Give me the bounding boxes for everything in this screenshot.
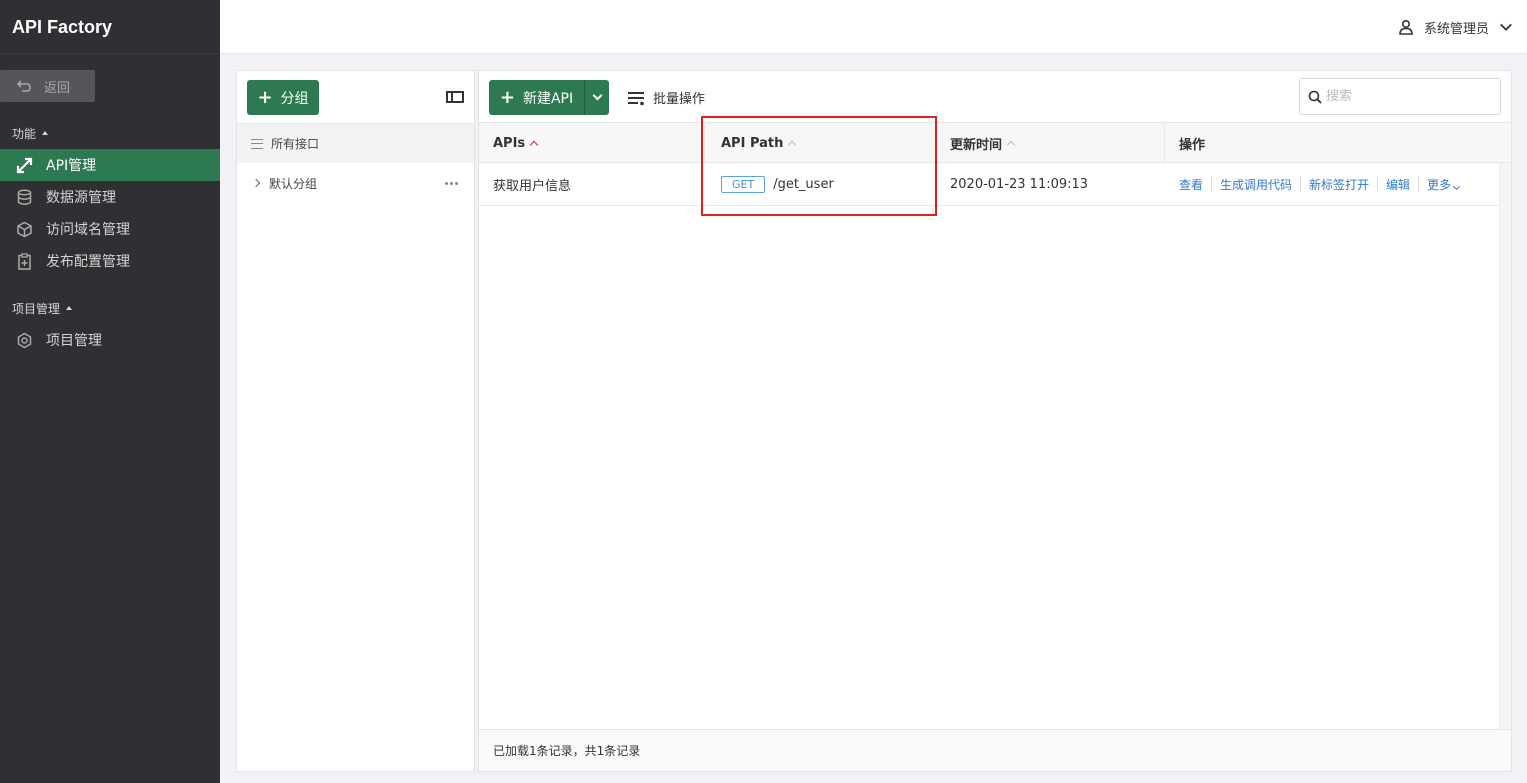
search-input[interactable] (1326, 89, 1496, 104)
api-path-cell: GET /get_user (707, 163, 936, 205)
divider (1300, 177, 1302, 191)
user-menu[interactable]: 系统管理员 (1398, 0, 1513, 54)
sidebar-item-label: 项目管理 (46, 333, 102, 349)
chevron-down-icon (592, 90, 602, 101)
view-link[interactable]: 查看 (1179, 176, 1203, 193)
user-name: 系统管理员 (1423, 21, 1489, 37)
updated-time-cell: 2020-01-23 11:09:13 (950, 176, 1089, 192)
top-header: 系统管理员 (220, 0, 1527, 54)
sort-asc-icon[interactable] (529, 140, 539, 150)
all-apis-label: 所有接口 (271, 137, 320, 151)
sidebar-item-datasource[interactable]: 数据源管理 (0, 181, 220, 213)
clipboard-icon (18, 252, 31, 270)
undo-icon (16, 80, 31, 92)
chevron-down-icon (1453, 182, 1461, 190)
column-label: API Path (721, 135, 784, 151)
method-badge: GET (721, 175, 766, 193)
app-title: API Factory (0, 0, 220, 54)
api-list-panel: + 新建API 批量操作 APIs API Path (478, 70, 1512, 772)
sidebar-item-label: 发布配置管理 (46, 254, 130, 270)
new-api-split-button: + 新建API (489, 80, 609, 115)
add-group-button[interactable]: + 分组 (247, 80, 319, 115)
caret-up-icon (66, 305, 73, 310)
user-icon (1399, 19, 1413, 35)
panel-toggle-icon[interactable] (446, 91, 464, 103)
vertical-scrollbar[interactable] (1499, 163, 1511, 729)
group-item-default[interactable]: 默认分组 (237, 171, 474, 195)
open-new-tab-link[interactable]: 新标签打开 (1309, 176, 1369, 193)
table-header: APIs API Path 更新时间 操作 (479, 122, 1511, 163)
section-title-features[interactable]: 功能 (12, 125, 49, 142)
more-link[interactable]: 更多 (1427, 176, 1461, 193)
row-actions: 查看 生成调用代码 新标签打开 编辑 更多 (1179, 176, 1461, 193)
sort-icon[interactable] (1006, 140, 1016, 150)
table-row[interactable]: 获取用户信息 GET /get_user 2020-01-23 11:09:13… (479, 163, 1499, 206)
back-label: 返回 (44, 80, 71, 96)
chevron-down-icon (1500, 23, 1512, 31)
divider (1211, 177, 1213, 191)
api-path: /get_user (773, 176, 834, 192)
edit-link[interactable]: 编辑 (1386, 176, 1410, 193)
list-icon (251, 138, 263, 149)
add-group-label: 分组 (280, 90, 309, 107)
column-label: APIs (493, 135, 526, 151)
sidebar-item-label: 访问域名管理 (46, 222, 130, 238)
column-header-api-path[interactable]: API Path (707, 123, 936, 163)
search-icon (1308, 90, 1322, 104)
back-button[interactable]: 返回 (0, 70, 95, 102)
sidebar-item-label: 数据源管理 (46, 190, 116, 206)
api-name-cell: 获取用户信息 (493, 178, 572, 194)
cube-icon (17, 221, 32, 237)
batch-operation-button[interactable]: 批量操作 (627, 80, 705, 115)
sidebar-item-api-management[interactable]: API管理 (0, 149, 220, 181)
sidebar-item-domain[interactable]: 访问域名管理 (0, 213, 220, 245)
column-label: 操作 (1179, 137, 1206, 153)
section-label: 功能 (12, 127, 37, 141)
sidebar: API Factory 返回 功能 API管理 数据源管理 访问域名管理 发布配… (0, 0, 220, 783)
plus-icon: + (257, 86, 273, 108)
search-box (1299, 78, 1501, 115)
more-dots-icon[interactable] (445, 171, 458, 195)
share-arrow-icon (16, 157, 33, 173)
column-label: 更新时间 (950, 137, 1003, 153)
chevron-right-icon[interactable] (251, 178, 261, 188)
generate-code-link[interactable]: 生成调用代码 (1220, 176, 1292, 193)
column-header-actions: 操作 (1165, 123, 1511, 163)
more-label: 更多 (1427, 177, 1452, 192)
app-root: API Factory 返回 功能 API管理 数据源管理 访问域名管理 发布配… (0, 0, 1527, 783)
caret-up-icon (42, 130, 49, 135)
batch-label: 批量操作 (653, 92, 706, 107)
gear-icon (17, 332, 32, 348)
column-header-apis[interactable]: APIs (479, 123, 705, 163)
actions-cell: 查看 生成调用代码 新标签打开 编辑 更多 (1165, 163, 1499, 205)
batch-list-icon (628, 91, 644, 105)
section-title-projects[interactable]: 项目管理 (12, 300, 73, 317)
divider (1418, 177, 1420, 191)
group-label: 默认分组 (269, 176, 318, 191)
sidebar-item-label: API管理 (46, 158, 97, 174)
sidebar-item-publish-config[interactable]: 发布配置管理 (0, 245, 220, 277)
new-api-label: 新建API (522, 90, 574, 107)
group-panel: + 分组 所有接口 默认分组 (236, 70, 475, 772)
plus-icon: + (499, 86, 515, 108)
divider (1377, 177, 1379, 191)
new-api-button[interactable]: + 新建API (489, 80, 585, 115)
database-icon (17, 189, 32, 205)
sort-icon[interactable] (788, 140, 797, 150)
all-apis-item[interactable]: 所有接口 (237, 123, 474, 163)
section-label: 项目管理 (12, 302, 61, 316)
column-header-updated[interactable]: 更新时间 (936, 123, 1165, 163)
new-api-dropdown[interactable] (585, 80, 609, 115)
sidebar-item-project-management[interactable]: 项目管理 (0, 324, 220, 356)
table-footer: 已加载1条记录，共1条记录 (479, 729, 1511, 771)
